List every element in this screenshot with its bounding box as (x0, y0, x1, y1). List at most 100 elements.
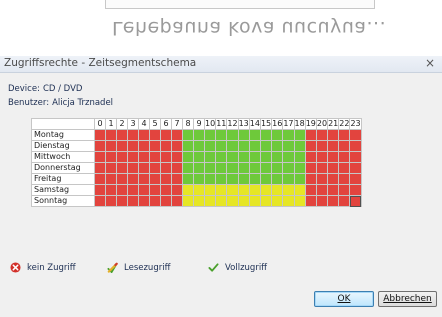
schedule-cell[interactable] (338, 129, 351, 141)
schedule-cell[interactable] (138, 151, 150, 163)
close-button[interactable]: × (424, 56, 436, 71)
schedule-cell[interactable] (248, 140, 261, 152)
schedule-cell[interactable] (149, 195, 161, 207)
schedule-cell[interactable] (237, 162, 250, 174)
schedule-cell[interactable] (315, 162, 329, 174)
schedule-cell[interactable] (182, 162, 194, 174)
schedule-cell[interactable] (226, 151, 239, 163)
schedule-cell[interactable] (304, 173, 317, 185)
schedule-cell[interactable] (293, 195, 306, 207)
schedule-cell[interactable] (293, 173, 306, 185)
schedule-cell[interactable] (282, 195, 295, 207)
schedule-cell[interactable] (127, 162, 139, 174)
schedule-cell[interactable] (327, 162, 340, 174)
schedule-cell[interactable] (271, 184, 284, 196)
schedule-cell[interactable] (237, 173, 250, 185)
schedule-cell[interactable] (349, 151, 362, 163)
hour-header[interactable]: 12 (226, 118, 239, 130)
schedule-cell[interactable] (315, 195, 329, 207)
schedule-cell[interactable] (116, 173, 128, 185)
schedule-cell[interactable] (116, 195, 128, 207)
hour-header[interactable]: 14 (248, 118, 261, 130)
day-label[interactable]: Donnerstag (31, 162, 95, 174)
schedule-cell[interactable] (171, 162, 183, 174)
day-label[interactable]: Freitag (31, 173, 95, 185)
schedule-cell[interactable] (182, 184, 194, 196)
hour-header[interactable]: 17 (282, 118, 295, 130)
schedule-cell[interactable] (193, 184, 205, 196)
schedule-cell[interactable] (171, 184, 183, 196)
hour-header[interactable]: 15 (259, 118, 273, 130)
schedule-cell[interactable] (94, 140, 106, 152)
schedule-cell[interactable] (171, 173, 183, 185)
hour-header[interactable]: 9 (193, 118, 205, 130)
schedule-cell[interactable] (203, 162, 217, 174)
schedule-cell[interactable] (293, 184, 306, 196)
schedule-cell[interactable] (215, 162, 228, 174)
schedule-cell[interactable] (293, 162, 306, 174)
schedule-cell[interactable] (327, 140, 340, 152)
hour-header[interactable]: 21 (327, 118, 340, 130)
schedule-cell[interactable] (94, 162, 106, 174)
schedule-cell[interactable] (138, 195, 150, 207)
schedule-cell[interactable] (138, 184, 150, 196)
schedule-cell[interactable] (226, 195, 239, 207)
schedule-cell[interactable] (237, 184, 250, 196)
schedule-cell[interactable] (160, 162, 172, 174)
hour-header[interactable]: 16 (271, 118, 284, 130)
day-label[interactable]: Dienstag (31, 140, 95, 152)
schedule-cell[interactable] (248, 162, 261, 174)
schedule-cell[interactable] (271, 162, 284, 174)
hour-header[interactable]: 23 (349, 118, 362, 130)
schedule-cell[interactable] (149, 162, 161, 174)
schedule-cell[interactable] (116, 151, 128, 163)
schedule-cell[interactable] (259, 184, 273, 196)
schedule-cell[interactable] (182, 173, 194, 185)
schedule-cell[interactable] (259, 195, 273, 207)
schedule-cell[interactable] (203, 140, 217, 152)
schedule-cell[interactable] (138, 129, 150, 141)
schedule-cell[interactable] (282, 129, 295, 141)
schedule-cell[interactable] (193, 162, 205, 174)
schedule-cell[interactable] (282, 151, 295, 163)
schedule-cell[interactable] (160, 129, 172, 141)
schedule-cell[interactable] (116, 129, 128, 141)
schedule-cell[interactable] (203, 129, 217, 141)
schedule-cell[interactable] (237, 129, 250, 141)
hour-header[interactable]: 5 (149, 118, 161, 130)
schedule-cell[interactable] (248, 195, 261, 207)
schedule-cell[interactable] (149, 151, 161, 163)
schedule-cell[interactable] (149, 140, 161, 152)
hour-header[interactable]: 18 (293, 118, 306, 130)
schedule-cell[interactable] (182, 129, 194, 141)
hour-header[interactable]: 11 (215, 118, 228, 130)
schedule-cell[interactable] (237, 151, 250, 163)
schedule-cell[interactable] (226, 162, 239, 174)
hour-header[interactable]: 20 (315, 118, 329, 130)
schedule-cell[interactable] (226, 184, 239, 196)
schedule-cell[interactable] (338, 140, 351, 152)
schedule-cell[interactable] (349, 195, 362, 207)
schedule-cell[interactable] (349, 129, 362, 141)
schedule-cell[interactable] (149, 173, 161, 185)
schedule-cell[interactable] (138, 140, 150, 152)
schedule-cell[interactable] (215, 140, 228, 152)
schedule-cell[interactable] (116, 162, 128, 174)
schedule-cell[interactable] (193, 140, 205, 152)
schedule-cell[interactable] (203, 195, 217, 207)
hour-header[interactable]: 13 (237, 118, 250, 130)
schedule-cell[interactable] (215, 184, 228, 196)
schedule-cell[interactable] (160, 195, 172, 207)
hour-header[interactable]: 22 (338, 118, 351, 130)
schedule-cell[interactable] (149, 184, 161, 196)
schedule-cell[interactable] (338, 195, 351, 207)
hour-header[interactable]: 4 (138, 118, 150, 130)
schedule-cell[interactable] (171, 129, 183, 141)
schedule-cell[interactable] (215, 129, 228, 141)
schedule-cell[interactable] (338, 184, 351, 196)
schedule-cell[interactable] (248, 151, 261, 163)
schedule-cell[interactable] (237, 195, 250, 207)
schedule-cell[interactable] (237, 140, 250, 152)
schedule-cell[interactable] (94, 184, 106, 196)
schedule-cell[interactable] (203, 173, 217, 185)
